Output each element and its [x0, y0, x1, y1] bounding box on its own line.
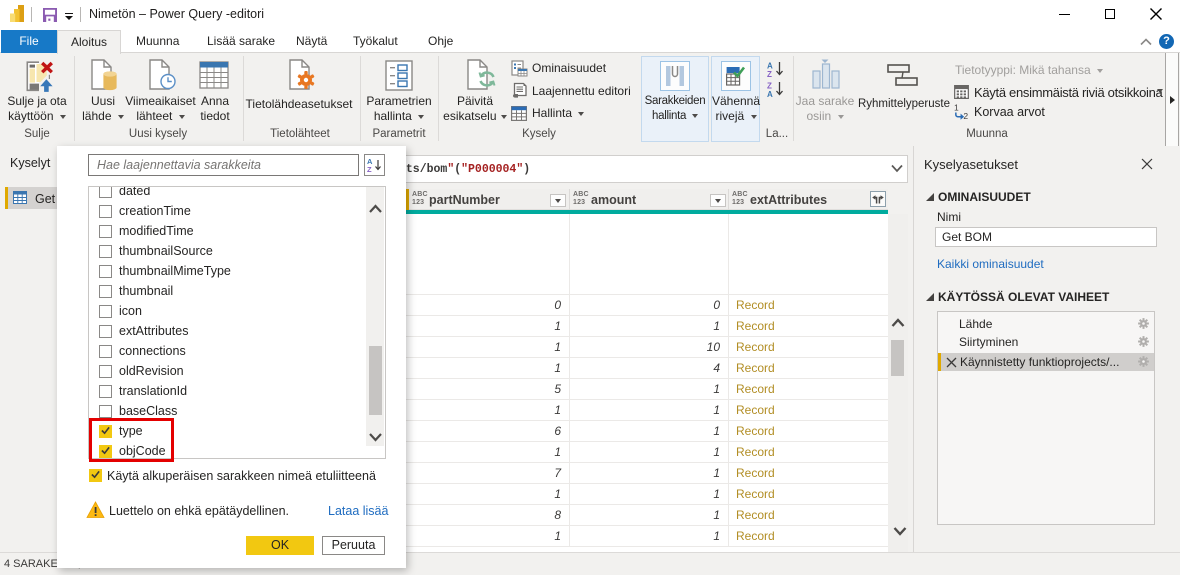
- svg-text:A: A: [767, 90, 773, 97]
- svg-text:Z: Z: [367, 165, 372, 173]
- svg-text:Z: Z: [767, 70, 772, 77]
- svg-text:2: 2: [963, 111, 968, 120]
